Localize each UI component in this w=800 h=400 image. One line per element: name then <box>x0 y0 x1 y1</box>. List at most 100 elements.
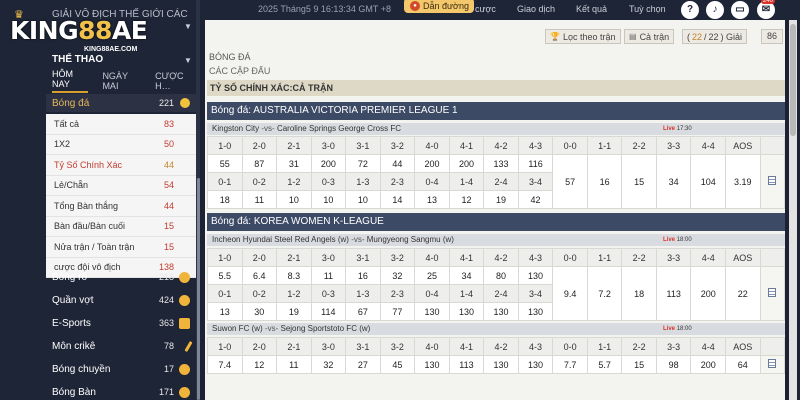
odds-cell[interactable]: 13 <box>207 302 243 321</box>
submenu-item[interactable]: Bàn đầu/Bàn cuối 15 <box>46 217 196 237</box>
odds-cell[interactable]: 130 <box>483 302 519 321</box>
odds-cell[interactable]: 12 <box>241 355 278 374</box>
sidebar-item-volleyball[interactable]: Bóng chuyền 17 <box>46 359 196 379</box>
sidebar-scroll-thumb[interactable] <box>197 178 200 400</box>
match-count[interactable]: 86 <box>761 29 783 44</box>
submenu-item[interactable]: Tất cả 83 <box>46 114 196 135</box>
odds-cell[interactable]: 3.19 <box>724 154 761 209</box>
odds-cell[interactable]: 114 <box>310 302 347 321</box>
odds-cell[interactable]: 133 <box>483 154 519 173</box>
odds-cell[interactable]: 9.4 <box>552 266 588 321</box>
submenu-item[interactable]: Nửa trận / Toàn trận 15 <box>46 237 196 258</box>
odds-cell[interactable]: 14 <box>379 190 416 209</box>
odds-cell[interactable]: 31 <box>276 154 312 173</box>
league-header[interactable]: Bóng đá: AUSTRALIA VICTORIA PREMIER LEAG… <box>207 102 785 120</box>
odds-cell[interactable]: 15 <box>621 154 657 209</box>
odds-cell[interactable]: 18 <box>621 266 657 321</box>
odds-cell[interactable]: 80 <box>483 266 519 285</box>
odds-cell[interactable]: 200 <box>310 154 347 173</box>
menu-bet[interactable]: cược <box>475 4 496 14</box>
odds-cell[interactable]: 130 <box>414 302 450 321</box>
odds-cell[interactable]: 130 <box>414 355 450 374</box>
odds-cell[interactable]: 130 <box>517 302 554 321</box>
sidebar-item-basketball[interactable]: Bóng rổ 218 <box>46 267 196 287</box>
odds-cell[interactable]: 19 <box>276 302 312 321</box>
odds-cell[interactable]: 7.4 <box>207 355 243 374</box>
tab-tomorrow[interactable]: NGÀY MAI <box>102 71 141 91</box>
odds-cell[interactable]: 7.2 <box>586 266 623 321</box>
odds-cell[interactable]: 13 <box>414 190 450 209</box>
odds-cell[interactable]: 12 <box>448 190 485 209</box>
odds-cell[interactable]: 11 <box>310 266 347 285</box>
odds-cell[interactable]: 19 <box>483 190 519 209</box>
submenu-item[interactable]: Tổng Bàn thắng 44 <box>46 196 196 217</box>
odds-cell[interactable]: 34 <box>655 154 692 209</box>
odds-cell[interactable]: 27 <box>345 355 381 374</box>
guide-button[interactable]: ● Dẫn đường <box>404 0 474 13</box>
odds-cell[interactable]: 45 <box>379 355 416 374</box>
odds-cell[interactable]: 7.7 <box>552 355 588 374</box>
odds-cell[interactable]: 30 <box>241 302 278 321</box>
menu-options[interactable]: Tuỳ chọn <box>629 4 666 14</box>
odds-cell[interactable]: 5.5 <box>207 266 243 285</box>
submenu-item[interactable]: Lẻ/Chẵn 54 <box>46 176 196 196</box>
sheet-icon[interactable] <box>768 176 777 185</box>
odds-cell[interactable]: 32 <box>379 266 416 285</box>
odds-cell[interactable]: 200 <box>690 266 726 321</box>
odds-cell[interactable]: 10 <box>276 190 312 209</box>
odds-cell[interactable]: 113 <box>448 355 485 374</box>
sidebar-item-esports[interactable]: E-Sports 363 <box>46 313 196 333</box>
sidebar-item-tennis[interactable]: Quần vợt 424 <box>46 290 196 310</box>
odds-cell[interactable]: 67 <box>345 302 381 321</box>
odds-cell[interactable]: 130 <box>517 266 554 285</box>
sound-icon[interactable]: ♪ <box>706 1 724 19</box>
odds-cell[interactable]: 18 <box>207 190 243 209</box>
odds-cell[interactable]: 113 <box>655 266 692 321</box>
odds-cell[interactable]: 22 <box>724 266 761 321</box>
stats-cell[interactable] <box>759 355 785 374</box>
odds-cell[interactable]: 25 <box>414 266 450 285</box>
sidebar-item-table-tennis[interactable]: Bóng Bàn 171 <box>46 382 196 400</box>
odds-cell[interactable]: 130 <box>517 355 554 374</box>
odds-cell[interactable]: 11 <box>276 355 312 374</box>
odds-cell[interactable]: 10 <box>310 190 347 209</box>
odds-cell[interactable]: 6.4 <box>241 266 278 285</box>
main-scroll-thumb[interactable] <box>790 24 796 136</box>
submenu-item-selected[interactable]: Tỷ Số Chính Xác 44 <box>46 155 196 176</box>
odds-cell[interactable]: 15 <box>621 355 657 374</box>
odds-cell[interactable]: 8.3 <box>276 266 312 285</box>
odds-cell[interactable]: 64 <box>724 355 761 374</box>
tab-bet[interactable]: CƯỢC H… <box>155 71 196 91</box>
odds-cell[interactable]: 11 <box>241 190 278 209</box>
monitor-icon[interactable]: ▭ <box>731 1 749 19</box>
sheet-icon[interactable] <box>768 288 777 297</box>
league-header[interactable]: Bóng đá: KOREA WOMEN K-LEAGUE <box>207 213 785 231</box>
submenu-item[interactable]: 1X2 50 <box>46 135 196 155</box>
odds-cell[interactable]: 130 <box>448 302 485 321</box>
odds-cell[interactable]: 16 <box>345 266 381 285</box>
odds-cell[interactable]: 130 <box>483 355 519 374</box>
odds-cell[interactable]: 16 <box>586 154 623 209</box>
odds-cell[interactable]: 10 <box>345 190 381 209</box>
odds-cell[interactable]: 32 <box>310 355 347 374</box>
odds-cell[interactable]: 72 <box>345 154 381 173</box>
odds-cell[interactable]: 104 <box>690 154 726 209</box>
chevron-down-icon[interactable]: ▼ <box>184 56 192 65</box>
odds-cell[interactable]: 77 <box>379 302 416 321</box>
odds-cell[interactable]: 200 <box>690 355 726 374</box>
odds-cell[interactable]: 55 <box>207 154 243 173</box>
sheet-icon[interactable] <box>768 359 777 368</box>
odds-cell[interactable]: 5.7 <box>586 355 623 374</box>
tab-today[interactable]: HÔM NAY <box>52 69 89 93</box>
odds-cell[interactable]: 116 <box>517 154 554 173</box>
odds-cell[interactable]: 87 <box>241 154 278 173</box>
odds-cell[interactable]: 42 <box>517 190 554 209</box>
filter-match-button[interactable]: 🏆 Lọc theo trận <box>545 29 621 44</box>
stats-cell[interactable] <box>759 266 785 321</box>
odds-cell[interactable]: 44 <box>379 154 416 173</box>
odds-cell[interactable]: 57 <box>552 154 588 209</box>
main-scrollbar[interactable] <box>789 20 797 400</box>
odds-cell[interactable]: 200 <box>414 154 450 173</box>
odds-cell[interactable]: 34 <box>448 266 485 285</box>
menu-transactions[interactable]: Giao dịch <box>517 4 555 14</box>
